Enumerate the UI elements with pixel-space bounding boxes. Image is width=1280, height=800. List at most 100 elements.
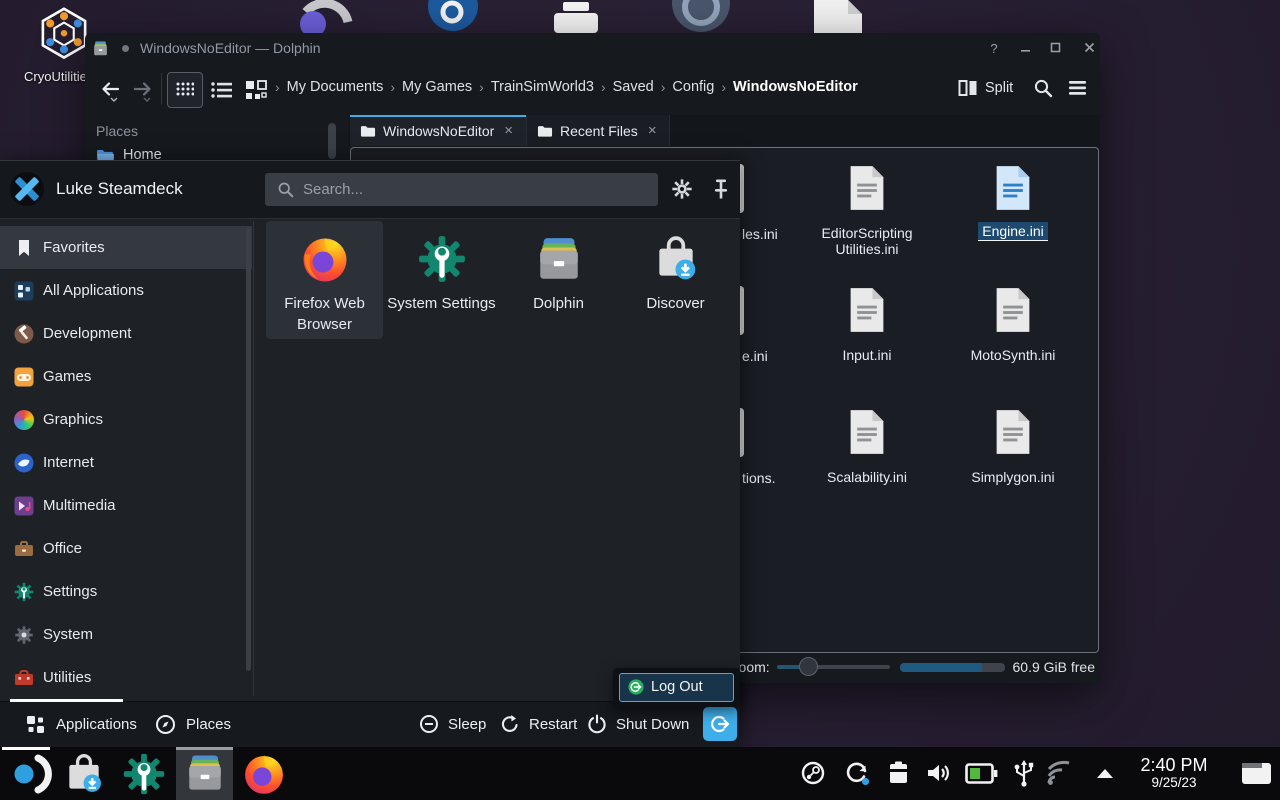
all-apps-icon — [14, 281, 34, 301]
window-modified-dot — [122, 45, 129, 52]
pin-icon[interactable] — [711, 178, 731, 200]
file-simplygon[interactable]: Simplygon.ini — [943, 408, 1083, 485]
tray-steam-icon[interactable] — [801, 761, 825, 790]
user-avatar[interactable] — [10, 172, 44, 206]
taskbar-launcher-button[interactable] — [8, 752, 52, 800]
back-icon[interactable] — [98, 79, 122, 103]
file-label: EditorScripting — [797, 225, 937, 241]
taskbar: 2:40 PM 9/25/23 — [0, 747, 1280, 800]
tab-recent-files[interactable]: Recent Files — [527, 115, 670, 146]
tree-view-icon[interactable] — [245, 80, 267, 100]
sleep-label: Sleep — [448, 716, 486, 733]
file-label-partial[interactable]: tions. — [742, 470, 775, 486]
sidebar-item-development[interactable]: Development — [0, 312, 252, 355]
title-bar[interactable]: WindowsNoEditor — Dolphin ? — [85, 33, 1100, 64]
file-label-partial[interactable]: les.ini — [742, 226, 778, 242]
file-label-selected: Engine.ini — [978, 222, 1048, 241]
tray-battery-icon[interactable] — [965, 763, 998, 789]
shutdown-button[interactable]: Shut Down — [587, 714, 689, 734]
file-input[interactable]: Input.ini — [797, 286, 937, 363]
menu-icon[interactable] — [1068, 80, 1087, 96]
office-icon — [14, 539, 34, 559]
favorite-system-settings[interactable]: System Settings — [383, 221, 500, 339]
icons-view-button[interactable] — [167, 72, 203, 108]
tray-volume-icon[interactable] — [926, 761, 952, 790]
minimize-button[interactable] — [1013, 40, 1037, 58]
sidebar-item-system[interactable]: System — [0, 613, 252, 656]
tab-windowsnoeditor[interactable]: WindowsNoEditor — [350, 115, 527, 146]
restart-label: Restart — [529, 716, 577, 733]
close-button[interactable] — [1077, 40, 1101, 58]
sidebar-label: System — [43, 626, 93, 643]
list-view-icon[interactable] — [211, 81, 233, 99]
favorite-firefox[interactable]: Firefox Web Browser — [266, 221, 383, 339]
peek-desktop-button[interactable] — [1241, 762, 1272, 790]
restart-button[interactable]: Restart — [500, 714, 577, 734]
zoom-slider[interactable] — [777, 665, 890, 669]
tray-usb-icon[interactable] — [1012, 759, 1036, 792]
dolphin-icon — [184, 752, 226, 794]
forward-icon[interactable] — [131, 79, 155, 103]
logout-tooltip-button[interactable]: Log Out — [619, 673, 734, 702]
breadcrumb: › My Documents › My Games › TrainSimWorl… — [268, 79, 858, 95]
sidebar-item-all-applications[interactable]: All Applications — [0, 269, 252, 312]
search-input[interactable]: Search... — [265, 173, 658, 206]
taskbar-dolphin-button[interactable] — [184, 752, 226, 799]
taskbar-discover-button[interactable] — [62, 752, 106, 800]
games-icon — [14, 367, 34, 387]
sidebar-item-favorites[interactable]: Favorites — [0, 226, 252, 269]
tab-close-icon[interactable] — [646, 122, 666, 139]
split-button[interactable]: Split — [958, 79, 1013, 97]
tray-updates-icon[interactable] — [844, 760, 870, 791]
tab-close-icon[interactable] — [502, 122, 522, 139]
sidebar-label: Settings — [43, 583, 97, 600]
file-label-partial[interactable]: e.ini — [742, 348, 768, 364]
sidebar-label: Multimedia — [43, 497, 116, 514]
taskbar-settings-button[interactable] — [122, 752, 166, 800]
configure-icon[interactable] — [671, 178, 693, 200]
tab-places[interactable]: Places — [155, 714, 231, 735]
dolphin-app-icon — [92, 40, 109, 57]
favorite-label: Dolphin — [533, 293, 584, 314]
sidebar-item-games[interactable]: Games — [0, 355, 252, 398]
favorite-dolphin[interactable]: Dolphin — [500, 221, 617, 339]
help-button[interactable]: ? — [982, 40, 1006, 58]
leave-button[interactable] — [703, 707, 737, 741]
folder-icon — [360, 124, 376, 138]
sidebar-item-multimedia[interactable]: Multimedia — [0, 484, 252, 527]
favorite-discover[interactable]: Discover — [617, 221, 734, 339]
sidebar-item-internet[interactable]: Internet — [0, 441, 252, 484]
breadcrumb-trainsimworld3[interactable]: TrainSimWorld3 — [491, 79, 594, 95]
favorite-label: Browser — [284, 314, 365, 335]
tab-applications[interactable]: Applications — [25, 714, 137, 735]
breadcrumb-config[interactable]: Config — [672, 79, 714, 95]
taskbar-firefox-button[interactable] — [242, 752, 286, 800]
tray-network-icon[interactable] — [1046, 760, 1076, 791]
zoom-slider-handle[interactable] — [799, 657, 818, 676]
search-icon[interactable] — [1033, 78, 1053, 98]
file-editorscripting[interactable]: EditorScripting Utilities.ini — [797, 164, 937, 257]
sidebar-label: Internet — [43, 454, 94, 471]
sidebar-item-office[interactable]: Office — [0, 527, 252, 570]
maximize-button[interactable] — [1043, 40, 1067, 58]
sidebar-item-settings[interactable]: Settings — [0, 570, 252, 613]
breadcrumb-my-games[interactable]: My Games — [402, 79, 472, 95]
tray-expand-caret-icon[interactable] — [1095, 767, 1115, 785]
file-scalability[interactable]: Scalability.ini — [797, 408, 937, 485]
sidebar-item-graphics[interactable]: Graphics — [0, 398, 252, 441]
file-motosynth[interactable]: MotoSynth.ini — [943, 286, 1083, 363]
logout-tooltip[interactable]: Log Out — [613, 668, 740, 706]
cryoutilities-label: CryoUtilities — [24, 69, 93, 84]
clock[interactable]: 2:40 PM 9/25/23 — [1128, 755, 1220, 790]
panel-splitter-handle[interactable] — [328, 123, 336, 159]
sidebar-scrollbar[interactable] — [246, 227, 251, 671]
breadcrumb-my-documents[interactable]: My Documents — [287, 79, 384, 95]
file-engine-selected[interactable]: Engine.ini — [943, 164, 1083, 241]
sleep-button[interactable]: Sleep — [419, 714, 486, 734]
sidebar-item-utilities[interactable]: Utilities — [0, 656, 252, 699]
split-icon — [958, 79, 978, 97]
tray-clipboard-icon[interactable] — [887, 761, 910, 790]
breadcrumb-windowsnoeditor[interactable]: WindowsNoEditor — [733, 79, 858, 95]
breadcrumb-saved[interactable]: Saved — [613, 79, 654, 95]
sidebar-label: Office — [43, 540, 82, 557]
